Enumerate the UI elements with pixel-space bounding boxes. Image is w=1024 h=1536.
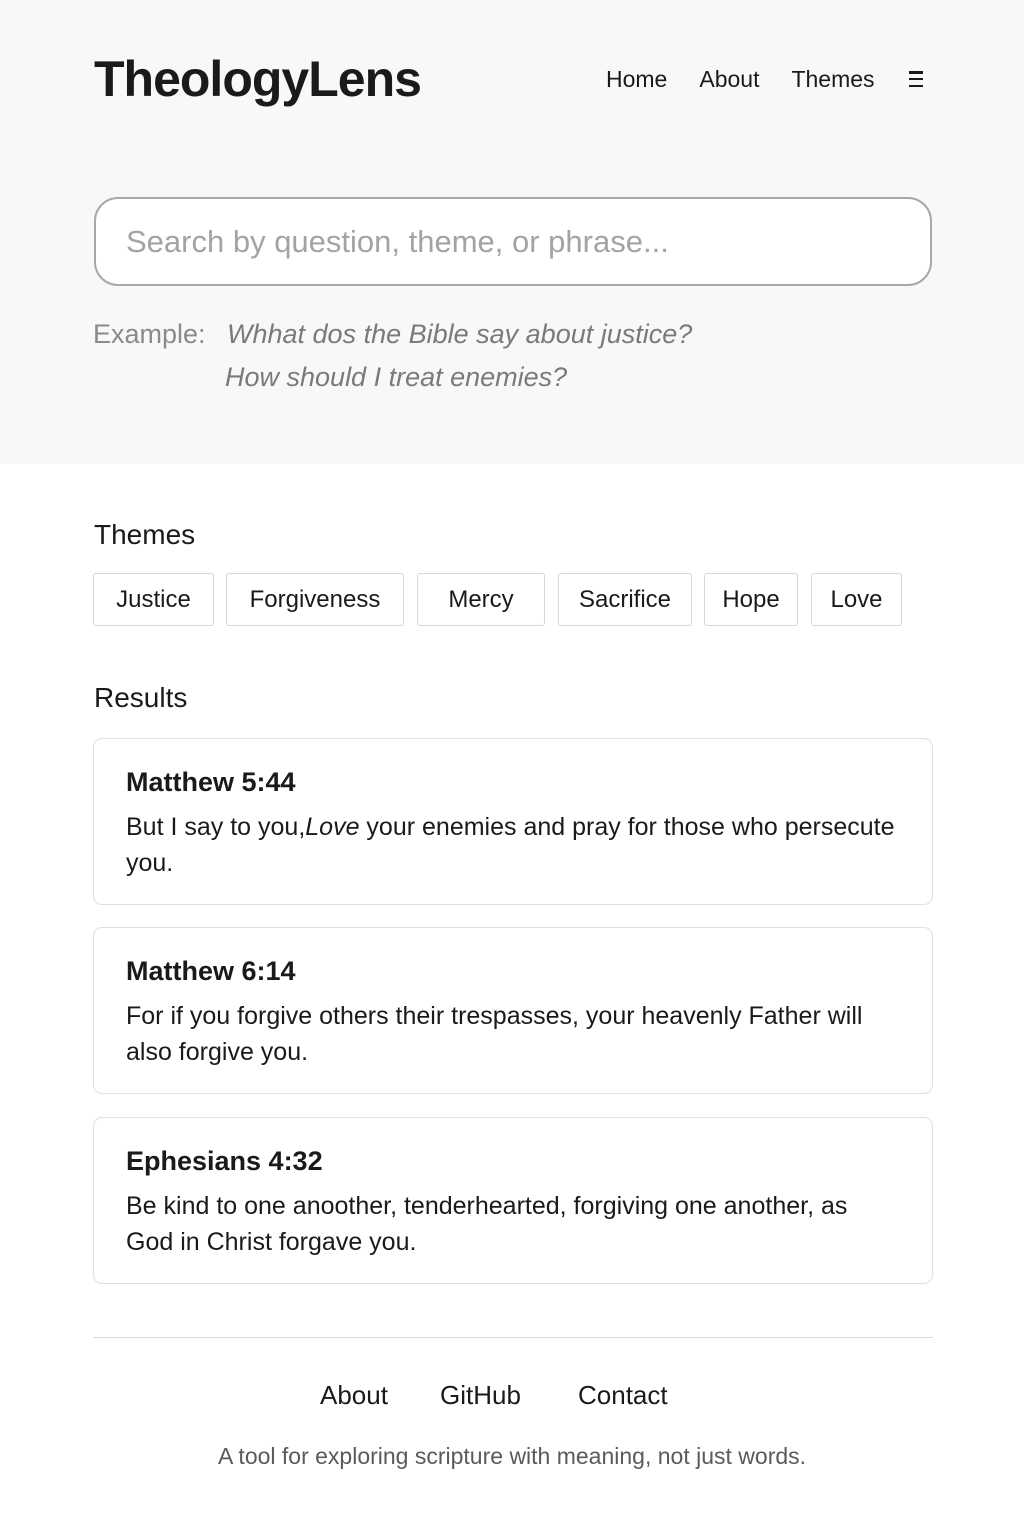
theme-chip-mercy[interactable]: Mercy [417,573,545,626]
verse-reference: Matthew 5:44 [126,767,296,797]
verse-text: For if you forgive others their trespass… [126,1002,863,1066]
top-nav: Home About Themes [606,64,923,94]
example-question-enemies[interactable]: How should I treat enemies? [225,362,567,393]
verse-highlight: Love [305,813,360,841]
nav-home-link[interactable]: Home [606,66,667,93]
theme-chip-justice[interactable]: Justice [93,573,214,626]
nav-about-link[interactable]: About [699,66,759,93]
result-card[interactable]: Matthew 6:14 For if you forgive others t… [93,927,933,1094]
theme-chip-hope[interactable]: Hope [704,573,798,626]
footer-github-link[interactable]: GitHub [440,1380,521,1411]
footer-about-link[interactable]: About [320,1380,388,1411]
theme-chip-forgiveness[interactable]: Forgiveness [226,573,404,626]
hamburger-menu-icon[interactable] [908,71,923,87]
themes-heading: Themes [94,519,196,550]
theme-chip-love[interactable]: Love [811,573,902,626]
example-label: Example: [93,319,206,349]
verse-text-start: But I say to you, [126,813,306,841]
search-box [94,197,932,286]
footer-contact-link[interactable]: Contact [578,1380,668,1411]
verse-reference: Matthew 6:14 [126,956,296,986]
nav-themes-link[interactable]: Themes [791,66,874,93]
theme-chip-sacrifice[interactable]: Sacrifice [558,573,692,626]
site-logo[interactable]: TheologyLens [94,50,422,108]
example-question-justice[interactable]: Whhat dos the Bible say about justice? [227,319,692,350]
verse-reference: Ephesians 4:32 [126,1146,323,1176]
verse-text: But I say to you,Love your enemies and p… [126,809,900,881]
results-heading: Results [94,682,188,713]
verse-text: Be kind to one anoother, tenderhearted, … [126,1192,848,1256]
footer-tagline: A tool for exploring scripture with mean… [217,1443,807,1469]
footer-divider [93,1337,933,1338]
result-card[interactable]: Matthew 5:44 But I say to you,Love your … [93,738,933,905]
search-input[interactable] [96,199,930,284]
result-card[interactable]: Ephesians 4:32 Be kind to one anoother, … [93,1117,933,1284]
